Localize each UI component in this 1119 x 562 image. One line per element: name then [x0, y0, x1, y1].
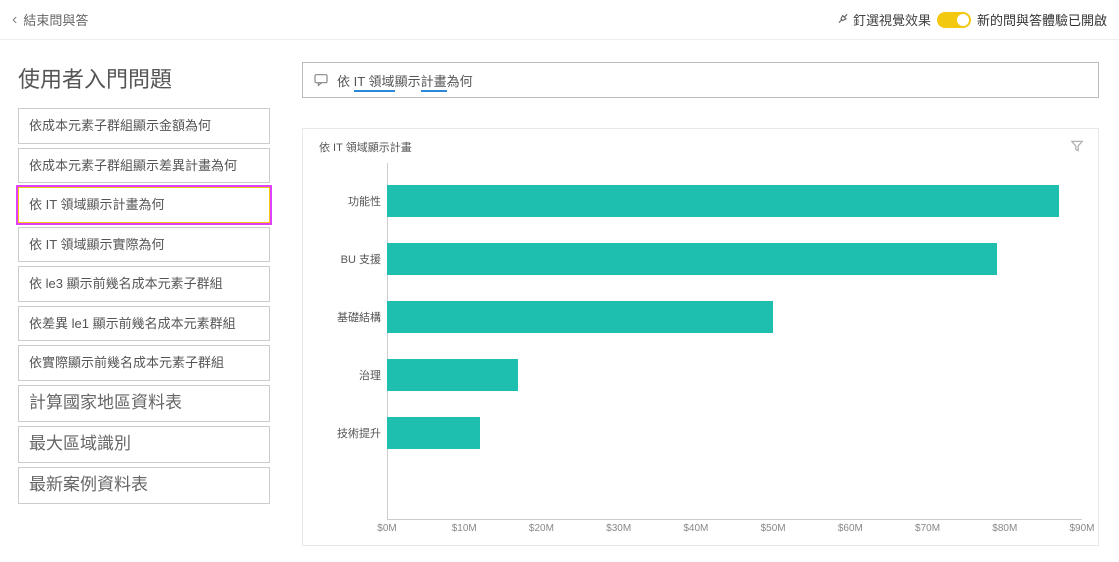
bar-row: 治理	[319, 359, 1082, 391]
x-tick: $10M	[452, 523, 477, 534]
sidebar: 使用者入門問題 依成本元素子群組顯示金額為何依成本元素子群組顯示差異計畫為何依 …	[0, 40, 288, 562]
x-tick: $60M	[838, 523, 863, 534]
chart-area: 功能性 BU 支援基礎結構治理技術提升 $0M $10M $20M $30M $40M $5…	[319, 163, 1082, 537]
bar-row: 功能性	[319, 185, 1082, 217]
experience-toggle[interactable]	[937, 12, 971, 28]
bar-track	[387, 417, 1082, 449]
question-item[interactable]: 依 le3 顯示前幾名成本元素子群組	[18, 266, 270, 302]
pin-visual-button[interactable]: 釘選視覺效果	[835, 10, 931, 29]
x-tick: $20M	[529, 523, 554, 534]
bar-label: 功能性	[319, 193, 387, 209]
question-item[interactable]: 計算國家地區資料表	[18, 385, 270, 422]
back-button[interactable]: ‹ 結束問與答	[12, 10, 88, 29]
header-right: 釘選視覺效果 新的問與答體驗已開啟	[835, 10, 1107, 29]
bar-row: BU 支援	[319, 243, 1082, 275]
bar-row: 技術提升	[319, 417, 1082, 449]
pin-label: 釘選視覺效果	[853, 10, 931, 29]
bar-track	[387, 301, 1082, 333]
question-item[interactable]: 依實際顯示前幾名成本元素子群組	[18, 345, 270, 381]
filter-icon[interactable]	[1070, 139, 1084, 158]
question-item[interactable]: 依差異 le1 顯示前幾名成本元素群組	[18, 306, 270, 342]
query-text: 依 IT 領域顯示計畫為何	[337, 71, 473, 90]
main: 依 IT 領域顯示計畫為何 依 IT 領域顯示計畫 功能性 BU 支援基礎結構治理…	[288, 40, 1119, 562]
bar[interactable]	[387, 243, 997, 275]
query-input[interactable]: 依 IT 領域顯示計畫為何	[302, 62, 1099, 98]
question-item[interactable]: 依 IT 領域顯示計畫為何	[18, 187, 270, 223]
question-item[interactable]: 最大區域識別	[18, 426, 270, 463]
bar[interactable]	[387, 359, 518, 391]
bar-track	[387, 243, 1082, 275]
chart-title: 依 IT 領域顯示計畫	[319, 139, 1082, 155]
chart-card: 依 IT 領域顯示計畫 功能性 BU 支援基礎結構治理技術提升 $0M $10M $2…	[302, 128, 1099, 546]
bar-row: 基礎結構	[319, 301, 1082, 333]
toggle-label: 新的問與答體驗已開啟	[977, 10, 1107, 29]
bar-label: 基礎結構	[319, 309, 387, 325]
x-axis: $0M$10M$20M$30M$40M$50M$60M$70M$80M$90M	[387, 519, 1082, 537]
x-tick: $90M	[1069, 523, 1094, 534]
bar-label: 技術提升	[319, 425, 387, 441]
x-tick: $40M	[683, 523, 708, 534]
bar[interactable]	[387, 301, 773, 333]
question-item[interactable]: 依 IT 領域顯示實際為何	[18, 227, 270, 263]
chart-plot: 功能性 BU 支援基礎結構治理技術提升	[319, 163, 1082, 519]
bar-label: BU 支援	[319, 251, 387, 267]
question-item[interactable]: 最新案例資料表	[18, 467, 270, 504]
x-tick: $80M	[992, 523, 1017, 534]
sidebar-title: 使用者入門問題	[18, 62, 270, 94]
x-tick: $50M	[761, 523, 786, 534]
chevron-left-icon: ‹	[12, 12, 17, 28]
bar-track	[387, 185, 1082, 217]
x-tick: $70M	[915, 523, 940, 534]
x-tick: $0M	[377, 523, 396, 534]
bar-label: 治理	[319, 367, 387, 383]
pin-icon	[831, 9, 853, 31]
toggle-knob	[957, 14, 969, 26]
x-tick: $30M	[606, 523, 631, 534]
question-list: 依成本元素子群組顯示金額為何依成本元素子群組顯示差異計畫為何依 IT 領域顯示計…	[18, 108, 270, 504]
bar[interactable]	[387, 417, 480, 449]
chat-icon	[313, 72, 329, 88]
bar[interactable]	[387, 185, 1059, 217]
question-item[interactable]: 依成本元素子群組顯示差異計畫為何	[18, 148, 270, 184]
question-item[interactable]: 依成本元素子群組顯示金額為何	[18, 108, 270, 144]
header: ‹ 結束問與答 釘選視覺效果 新的問與答體驗已開啟	[0, 0, 1119, 40]
bar-track	[387, 359, 1082, 391]
back-label: 結束問與答	[23, 10, 88, 29]
